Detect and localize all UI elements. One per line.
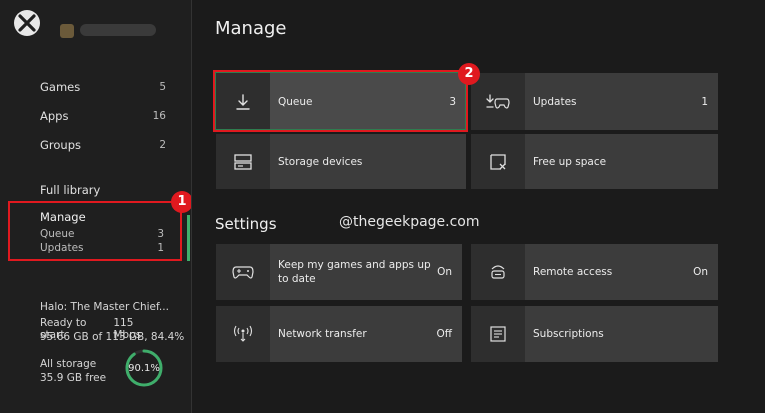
tile-label-line1: Keep my games and apps up [278,259,431,271]
settings-title: Settings [215,215,277,233]
sidebar-item-groups[interactable]: Groups 2 [40,135,166,155]
tile-label: Storage devices [278,155,363,168]
sidebar-manage-updates[interactable]: Updates 1 [40,241,164,255]
tile-free-up-space[interactable]: Free up space [471,134,718,189]
sidebar-item-label: Games [40,80,81,94]
tile-value: Off [436,328,453,340]
tile-label: Keep my games and apps up to date [278,244,431,300]
storage-free: 35.9 GB free [40,372,107,384]
controller-update-icon [216,244,270,300]
tile-value: On [693,266,708,278]
update-controller-icon [471,73,525,130]
network-transfer-icon [216,306,270,362]
queue-count: 3 [157,228,164,240]
main-content: Manage Queue 3 Updates 1 Storage devices… [192,0,765,413]
sidebar-item-count: 5 [159,81,166,93]
sidebar-item-games[interactable]: Games 5 [40,77,166,97]
tile-label: Network transfer [278,328,367,340]
tile-label: Subscriptions [533,328,604,340]
page-title: Manage [215,18,287,39]
watermark: @thegeekpage.com [339,214,480,230]
tile-value: 1 [701,95,708,108]
sidebar-item-label: Apps [40,109,69,123]
updates-count: 1 [157,242,164,254]
subscriptions-icon [471,306,525,362]
sidebar: Games 5 Apps 16 Groups 2 Full library Ma… [0,0,193,413]
download-title[interactable]: Halo: The Master Chief... [40,301,169,313]
tile-storage-devices[interactable]: Storage devices [216,134,466,189]
queue-highlight-box [213,70,468,132]
sidebar-item-count: 2 [159,139,166,151]
tile-keep-updated[interactable]: Keep my games and apps up to date On [216,244,462,300]
sidebar-manage-queue[interactable]: Queue 3 [40,227,164,241]
sidebar-item-label: Full library [40,183,101,197]
tile-network-transfer[interactable]: Network transfer Off [216,306,462,362]
tile-updates[interactable]: Updates 1 [471,73,718,130]
sidebar-item-manage[interactable]: Manage [40,210,86,224]
sidebar-item-full-library[interactable]: Full library [40,180,166,200]
sidebar-item-apps[interactable]: Apps 16 [40,106,166,126]
tile-label: Remote access [533,266,613,278]
tile-label: Updates [533,95,577,108]
tile-label-line2: to date [278,273,316,285]
updates-label: Updates [40,242,84,254]
remote-access-icon [471,244,525,300]
sidebar-item-label: Groups [40,138,82,152]
avatar[interactable] [60,24,74,38]
storage-percent: 90.1% [128,362,160,374]
queue-label: Queue [40,228,75,240]
xbox-logo-icon[interactable] [14,10,40,36]
active-indicator [187,215,190,261]
tile-label: Free up space [533,155,607,168]
gamertag-redacted [80,24,156,36]
storage-icon [216,134,270,189]
tile-remote-access[interactable]: Remote access On [471,244,718,300]
step-badge-2: 2 [458,63,480,85]
step-badge-1: 1 [171,191,193,213]
tile-value: On [437,266,452,278]
free-space-icon [471,134,525,189]
download-progress-text: 95.66 GB of 113 GB, 84.4% [40,331,185,343]
sidebar-item-count: 16 [152,110,166,122]
storage-label[interactable]: All storage [40,358,96,370]
tile-subscriptions[interactable]: Subscriptions [471,306,718,362]
